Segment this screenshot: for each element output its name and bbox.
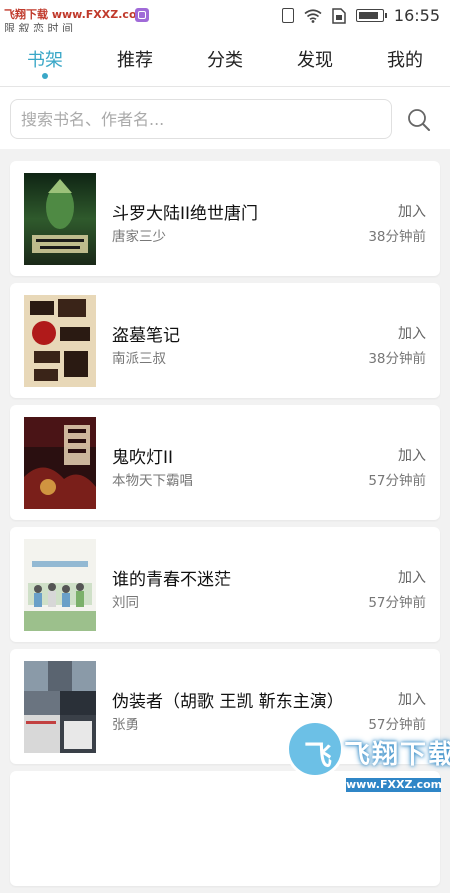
clock: 16:55 — [393, 6, 440, 25]
notification-app-icon — [135, 8, 149, 22]
main-tabs: 书架 推荐 分类 发现 我的 — [0, 32, 450, 86]
add-to-shelf-button[interactable]: 加入 — [398, 567, 426, 587]
book-cover-image — [24, 539, 96, 631]
add-to-shelf-button[interactable]: 加入 — [398, 445, 426, 465]
active-tab-indicator — [42, 73, 48, 79]
book-cover-image — [24, 417, 96, 509]
tab-label: 发现 — [297, 50, 333, 71]
watermark-url: www.FXXZ.com — [346, 778, 443, 792]
update-time: 57分钟前 — [368, 473, 426, 489]
book-author: 刘同 — [112, 595, 139, 611]
book-title: 伪装者（胡歌 王凯 靳东主演） — [112, 692, 344, 712]
update-time: 38分钟前 — [368, 351, 426, 367]
book-author: 唐家三少 — [112, 229, 166, 245]
app-title-partial: 限 叙 恋 时 间 — [4, 22, 73, 32]
search-input[interactable] — [10, 99, 392, 139]
add-to-shelf-button[interactable]: 加入 — [398, 689, 426, 709]
search-button[interactable] — [404, 105, 434, 135]
status-bar: 飞翔下载 www.FXXZ.com 限 叙 恋 时 间 16:55 — [0, 0, 450, 32]
tab-label: 分类 — [207, 50, 243, 71]
book-card[interactable]: 盗墓笔记 南派三叔 加入 38分钟前 — [10, 283, 440, 398]
book-title: 谁的青春不迷茫 — [112, 570, 231, 590]
watermark-brand: 飞翔下载 — [344, 740, 450, 770]
book-title: 盗墓笔记 — [112, 326, 180, 346]
tab-mine[interactable]: 我的 — [360, 32, 450, 86]
book-card[interactable]: 谁的青春不迷茫 刘同 加入 57分钟前 — [10, 527, 440, 642]
update-time: 57分钟前 — [368, 595, 426, 611]
search-bar — [0, 87, 450, 149]
book-title: 鬼吹灯II — [112, 448, 174, 468]
tab-bookshelf[interactable]: 书架 — [0, 32, 90, 86]
tab-label: 书架 — [27, 50, 63, 71]
tab-discover[interactable]: 发现 — [270, 32, 360, 86]
book-card[interactable]: 鬼吹灯II 本物天下霸唱 加入 57分钟前 — [10, 405, 440, 520]
wifi-icon — [304, 8, 322, 23]
add-to-shelf-button[interactable]: 加入 — [398, 323, 426, 343]
book-cover-image — [24, 295, 96, 387]
book-author: 南派三叔 — [112, 351, 166, 367]
book-card[interactable]: 斗罗大陆II绝世唐门 唐家三少 加入 38分钟前 — [10, 161, 440, 276]
add-to-shelf-button[interactable]: 加入 — [398, 201, 426, 221]
sim-card-icon — [332, 7, 346, 24]
update-time: 38分钟前 — [368, 229, 426, 245]
tab-label: 我的 — [387, 50, 423, 71]
watermark-circle-icon: 飞 — [286, 720, 344, 778]
tab-label: 推荐 — [117, 50, 153, 71]
book-cover-image — [24, 661, 96, 753]
watermark-logo: 飞 飞翔下载 www.FXXZ.com — [286, 720, 450, 795]
vibrate-icon — [281, 8, 294, 23]
search-icon — [408, 109, 430, 131]
battery-icon — [355, 9, 387, 22]
tab-category[interactable]: 分类 — [180, 32, 270, 86]
book-cover-image — [24, 173, 96, 265]
tab-recommend[interactable]: 推荐 — [90, 32, 180, 86]
book-author: 本物天下霸唱 — [112, 473, 193, 489]
book-author: 张勇 — [112, 717, 139, 733]
status-icons: 16:55 — [281, 6, 440, 25]
book-title: 斗罗大陆II绝世唐门 — [112, 204, 259, 224]
